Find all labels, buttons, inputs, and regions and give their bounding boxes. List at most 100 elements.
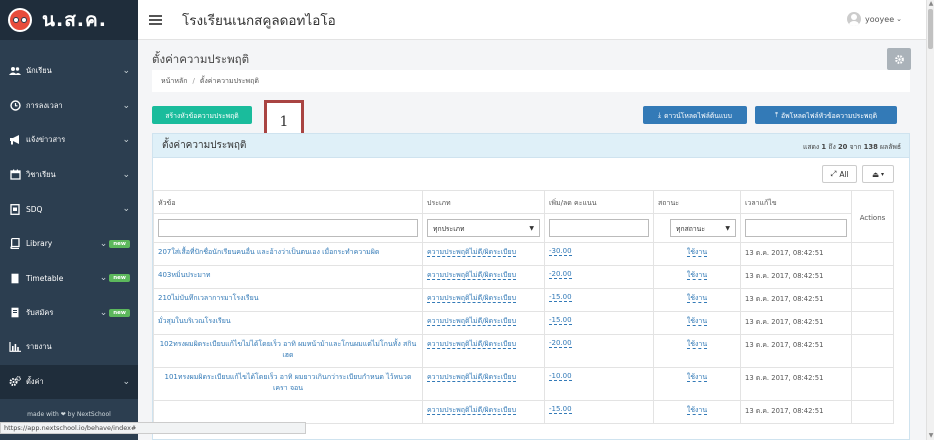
topic-link[interactable]: 210ไม่บันทึกเวลาการมาโรงเรียน: [158, 294, 259, 302]
score-filter-input[interactable]: [549, 219, 649, 237]
table-row: มั่วสุมในบริเวณโรงเรียน ความประพฤติไม่ดี…: [153, 311, 894, 335]
status-link[interactable]: ใช้งาน: [686, 294, 708, 303]
user-menu[interactable]: yooyee ⌄: [847, 12, 902, 26]
topic-link[interactable]: 403หมิ่นประมาท: [158, 271, 211, 279]
upload-icon: ⤒: [775, 110, 779, 119]
export-icon: ⏏: [871, 169, 880, 179]
brand[interactable]: น.ส.ค.: [0, 0, 138, 40]
column-header-actions: Actions: [851, 190, 894, 243]
row-actions: [851, 367, 894, 401]
status-link[interactable]: ใช้งาน: [686, 271, 708, 280]
chevron-down-icon: ⌄: [896, 15, 902, 23]
column-header-topic[interactable]: หัวข้อ: [153, 190, 423, 214]
page-scrollbar[interactable]: ▲ ▼: [926, 0, 934, 440]
type-link[interactable]: ความประพฤติไม่ดี/ผิดระเบียบ: [427, 406, 517, 415]
type-link[interactable]: ความประพฤติไม่ดี/ผิดระเบียบ: [427, 340, 517, 349]
type-filter-select[interactable]: ทุกประเภท ▼: [427, 219, 540, 237]
type-link[interactable]: ความประพฤติไม่ดี/ผิดระเบียบ: [427, 248, 517, 257]
topic-link[interactable]: 102ทรงผมผิดระเบียบแก้ไขไม่ได้โดยเร็ว อาท…: [160, 340, 417, 359]
chevron-down-icon: ⌄: [122, 135, 130, 146]
column-header-updated[interactable]: เวลาแก้ไข: [740, 190, 852, 214]
chevron-down-icon: ⌄: [122, 66, 130, 77]
column-header-status[interactable]: สถานะ: [653, 190, 741, 214]
updated-filter-input[interactable]: [745, 219, 847, 237]
sidebar-item-label: Library: [26, 239, 53, 249]
status-link[interactable]: ใช้งาน: [686, 340, 708, 349]
type-link[interactable]: ความประพฤติไม่ดี/ผิดระเบียบ: [427, 294, 517, 303]
sidebar-item-attendance[interactable]: การลงเวลา ⌄: [0, 89, 138, 124]
updated-time: 13 ต.ค. 2017, 08:42:51: [740, 334, 852, 368]
export-button[interactable]: ⏏ ▾: [862, 165, 894, 183]
sidebar-item-subjects[interactable]: วิชาเรียน ⌄: [0, 158, 138, 193]
sidebar-item-label: การลงเวลา: [26, 100, 63, 110]
type-link[interactable]: ความประพฤติไม่ดี/ผิดระเบียบ: [427, 317, 517, 326]
score-link[interactable]: -10.00: [549, 372, 572, 381]
score-link[interactable]: -15.00: [549, 293, 572, 302]
sidebar-footer: made with ❤ by NextSchool: [27, 411, 111, 418]
type-link[interactable]: ความประพฤติไม่ดี/ผิดระเบียบ: [427, 373, 517, 382]
sidebar-item-label: นักเรียน: [26, 66, 52, 76]
settings-button[interactable]: [887, 48, 911, 70]
scroll-thumb[interactable]: [928, 9, 933, 49]
new-badge: new: [109, 274, 130, 283]
row-actions: [851, 288, 894, 312]
topic-link[interactable]: 207ใส่เสื้อที่ปักชื่อนักเรียนคนอื่น และอ…: [158, 248, 379, 256]
scroll-down-icon[interactable]: ▼: [927, 432, 934, 440]
school-name: โรงเรียนเนกสคูลดอทไอโอ: [182, 12, 336, 29]
file-icon: [9, 307, 21, 318]
download-template-button[interactable]: ⤓ ดาวน์โหลดไฟล์ต้นแบบ: [643, 106, 747, 124]
updated-time: 13 ต.ค. 2017, 08:42:51: [740, 265, 852, 289]
file-icon: [9, 273, 21, 284]
status-link[interactable]: ใช้งาน: [686, 317, 708, 326]
sidebar-item-announcements[interactable]: แจ้งข่าวสาร ⌄: [0, 123, 138, 158]
sidebar-item-timetable[interactable]: Timetable ⌄ new: [0, 261, 138, 296]
chevron-down-icon: ⌄: [122, 169, 130, 180]
score-link[interactable]: -30.00: [549, 247, 572, 256]
table-row: 210ไม่บันทึกเวลาการมาโรงเรียน ความประพฤต…: [153, 288, 894, 312]
topic-link[interactable]: มั่วสุมในบริเวณโรงเรียน: [158, 317, 231, 325]
sidebar-item-label: SDQ: [26, 204, 43, 214]
topic-link[interactable]: 101ทรงผมผิดระเบียบแก้ไขได้โดยเร็ว อาทิ ผ…: [165, 373, 412, 392]
row-actions: [851, 311, 894, 335]
score-link[interactable]: -20.00: [549, 339, 572, 348]
avatar: [847, 12, 862, 26]
sidebar-item-admission[interactable]: รับสมัคร ⌄ new: [0, 296, 138, 331]
create-topic-button[interactable]: สร้างหัวข้อความประพฤติ: [152, 106, 252, 124]
topic-filter-input[interactable]: [158, 219, 418, 237]
breadcrumb-current: ตั้งค่าความประพฤติ: [199, 76, 259, 85]
table-row: ความประพฤติไม่ดี/ผิดระเบียบ -15.00 ใช้งา…: [153, 400, 894, 424]
table-row: 207ใส่เสื้อที่ปักชื่อนักเรียนคนอื่น และอ…: [153, 242, 894, 266]
status-link[interactable]: ใช้งาน: [686, 373, 708, 382]
breadcrumb-home[interactable]: หน้าหลัก: [161, 76, 187, 87]
upload-topics-button[interactable]: ⤒ อัพโหลดไฟล์หัวข้อความประพฤติ: [755, 106, 897, 124]
score-link[interactable]: -15.00: [549, 405, 572, 414]
menu-toggle-icon[interactable]: [149, 14, 162, 25]
sidebar-item-label: แจ้งข่าวสาร: [26, 135, 66, 145]
sidebar-item-label: รับสมัคร: [26, 307, 54, 317]
score-link[interactable]: -15.00: [549, 316, 572, 325]
sidebar-item-reports[interactable]: รายงาน: [0, 330, 138, 365]
file-icon: [9, 203, 21, 215]
sidebar-item-label: Timetable: [26, 273, 64, 283]
panel-title: ตั้งค่าความประพฤติ: [162, 140, 247, 151]
show-all-button[interactable]: ⤢ All: [822, 165, 857, 183]
scroll-up-icon[interactable]: ▲: [927, 0, 934, 8]
score-link[interactable]: -20.00: [549, 270, 572, 279]
column-header-type[interactable]: ประเภท: [422, 190, 545, 214]
panel-header: ตั้งค่าความประพฤติ แสดง 1 ถึง 20 จาก 138…: [153, 134, 909, 158]
top-bar: โรงเรียนเนกสคูลดอทไอโอ yooyee ⌄: [138, 0, 926, 40]
status-link[interactable]: ใช้งาน: [686, 406, 708, 415]
type-link[interactable]: ความประพฤติไม่ดี/ผิดระเบียบ: [427, 271, 517, 280]
sidebar-item-library[interactable]: Library ⌄ new: [0, 227, 138, 262]
status-filter-select[interactable]: ทุกสถานะ ▼: [670, 219, 736, 237]
sidebar-item-settings[interactable]: ตั้งค่า ⌄: [0, 364, 138, 399]
status-link[interactable]: ใช้งาน: [686, 248, 708, 257]
bullhorn-icon: [9, 135, 21, 146]
behavior-panel: ตั้งค่าความประพฤติ แสดง 1 ถึง 20 จาก 138…: [152, 133, 910, 440]
column-header-score[interactable]: เพิ่ม/ลด คะแนน: [544, 190, 654, 214]
chevron-down-icon: ⌄: [122, 100, 130, 111]
updated-time: 13 ต.ค. 2017, 08:42:51: [740, 242, 852, 266]
sidebar-item-students[interactable]: นักเรียน ⌄: [0, 54, 138, 89]
sidebar-item-sdq[interactable]: SDQ ⌄: [0, 192, 138, 227]
breadcrumb: หน้าหลัก / ตั้งค่าความประพฤติ: [152, 70, 910, 92]
